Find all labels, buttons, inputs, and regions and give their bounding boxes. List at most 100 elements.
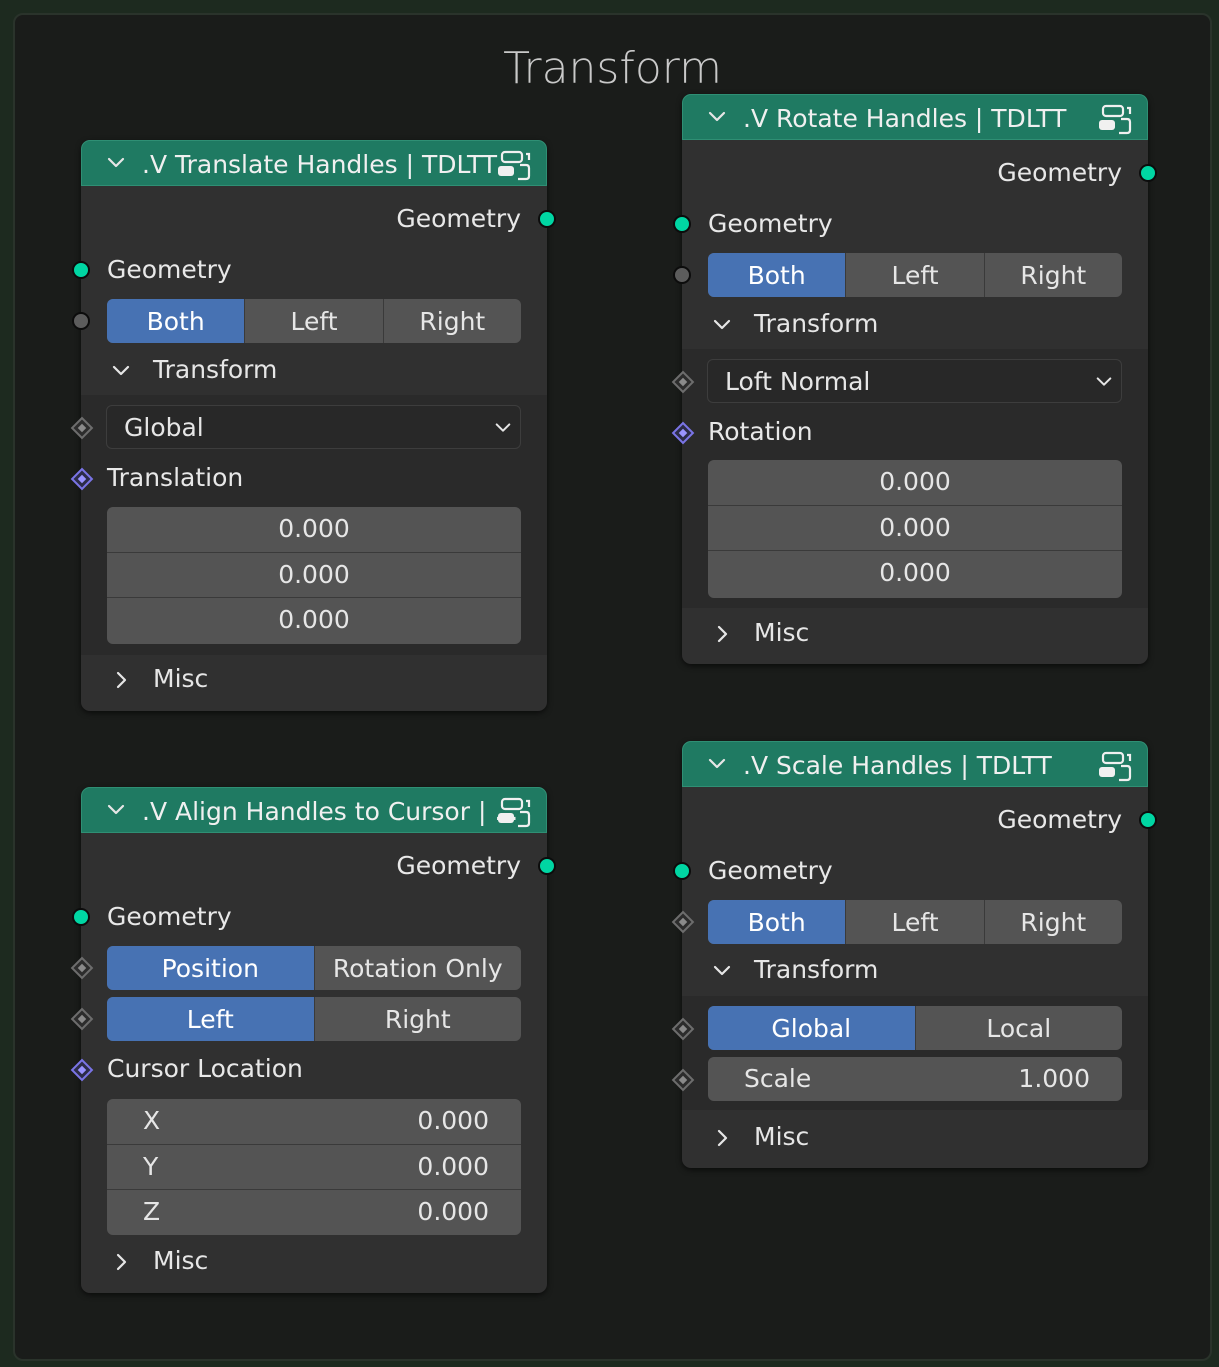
mode-left-button[interactable]: Left [845,900,983,944]
mode-right-button[interactable]: Right [983,900,1122,944]
rotation-vector[interactable]: 0.000 0.000 0.000 [708,460,1122,598]
input-geometry-label: Geometry [708,856,833,885]
mode-both-button[interactable]: Both [708,900,846,944]
node-title: .V Rotate Handles | TDLTT [743,104,1067,133]
node-group-icon[interactable] [496,149,532,181]
chevron-down-icon [1095,373,1113,391]
node-translate-handles[interactable]: .V Translate Handles | TDLTT Geometry Ge… [70,140,556,711]
translation-vector[interactable]: 0.000 0.000 0.000 [107,507,521,644]
scale-label: Scale [744,1064,812,1093]
output-geometry-socket[interactable] [538,857,556,875]
mode-selector[interactable]: Both Left Right [708,253,1122,297]
rotation-x-field[interactable]: 0.000 [708,460,1122,505]
mode-left-button[interactable]: Left [244,299,382,343]
collapse-chevron-icon[interactable] [707,754,727,774]
space-local-button[interactable]: Local [914,1006,1123,1050]
translation-y-field[interactable]: 0.000 [107,552,521,597]
mode-position-button[interactable]: Position [107,946,314,990]
transform-panel-header[interactable]: Transform [81,347,547,393]
space-dropdown[interactable]: Loft Normal [707,359,1122,403]
node-header[interactable]: .V Translate Handles | TDLTT [81,140,547,186]
mode-socket[interactable] [72,312,90,330]
node-scale-handles[interactable]: .V Scale Handles | TDLTT Geometry Geomet… [671,741,1157,1168]
output-geometry-socket[interactable] [1139,811,1157,829]
output-geometry-label: Geometry [396,851,521,880]
node-header[interactable]: .V Scale Handles | TDLTT [682,741,1148,787]
misc-panel-label: Misc [153,664,209,693]
output-geometry-socket[interactable] [538,210,556,228]
collapse-chevron-icon[interactable] [707,107,727,127]
input-geometry-label: Geometry [107,902,232,931]
cursor-location-vector[interactable]: X 0.000 Y 0.000 Z 0.000 [107,1099,521,1235]
rotation-label: Rotation [708,417,813,446]
rotation-z-field[interactable]: 0.000 [708,550,1122,595]
space-selector[interactable]: Global Local [708,1006,1122,1050]
mode-both-button[interactable]: Both [107,299,245,343]
output-geometry-label: Geometry [396,204,521,233]
chevron-right-icon [111,1252,131,1272]
node-title: .V Align Handles to Cursor | ... [142,797,519,826]
mode-socket[interactable] [673,266,691,284]
scale-field[interactable]: Scale 1.000 [708,1057,1122,1101]
misc-panel-label: Misc [754,618,810,647]
space-dropdown[interactable]: Global [106,405,521,449]
chevron-right-icon [712,1128,732,1148]
cursor-location-label: Cursor Location [107,1054,303,1083]
translation-z-field[interactable]: 0.000 [107,597,521,642]
input-geometry-socket[interactable] [673,215,691,233]
misc-panel-header[interactable]: Misc [81,1238,547,1284]
output-geometry-label: Geometry [997,158,1122,187]
collapse-chevron-icon[interactable] [106,800,126,820]
node-rotate-handles[interactable]: .V Rotate Handles | TDLTT Geometry Geome… [671,94,1157,664]
transform-panel-header[interactable]: Transform [682,301,1148,347]
mode-both-button[interactable]: Both [708,253,846,297]
mode-rotation-only-button[interactable]: Rotation Only [313,946,522,990]
node-group-icon[interactable] [496,796,532,828]
misc-panel-label: Misc [754,1122,810,1151]
misc-panel-header[interactable]: Misc [81,656,547,702]
cursor-x-field[interactable]: X 0.000 [107,1099,521,1144]
scale-value: 1.000 [1018,1064,1090,1093]
space-global-button[interactable]: Global [708,1006,915,1050]
transform-panel: Global Local Scale 1.000 [671,996,1148,1110]
input-geometry-socket[interactable] [72,908,90,926]
side-left-button[interactable]: Left [107,997,314,1041]
translation-x-field[interactable]: 0.000 [107,507,521,552]
node-align-handles-to-cursor[interactable]: .V Align Handles to Cursor | ... Geometr… [70,787,556,1293]
node-group-icon[interactable] [1097,103,1133,135]
translation-label: Translation [107,463,244,492]
transform-panel-header[interactable]: Transform [682,947,1148,993]
cursor-z-field[interactable]: Z 0.000 [107,1189,521,1234]
space-dropdown-value: Loft Normal [725,367,871,396]
input-geometry-socket[interactable] [673,862,691,880]
mode-right-button[interactable]: Right [382,299,521,343]
input-geometry-label: Geometry [107,255,232,284]
collapse-chevron-icon[interactable] [106,153,126,173]
chevron-down-icon [712,961,732,981]
mode-selector[interactable]: Both Left Right [107,299,521,343]
chevron-right-icon [111,670,131,690]
mode-right-button[interactable]: Right [983,253,1122,297]
node-header[interactable]: .V Align Handles to Cursor | ... [81,787,547,833]
node-title: .V Translate Handles | TDLTT [142,150,498,179]
mode-left-button[interactable]: Left [845,253,983,297]
input-geometry-label: Geometry [708,209,833,238]
transform-panel: Global Translation 0.000 0.000 0.000 [70,395,547,655]
side-selector[interactable]: Left Right [107,997,521,1041]
node-header[interactable]: .V Rotate Handles | TDLTT [682,94,1148,140]
rotation-y-field[interactable]: 0.000 [708,505,1122,550]
mode-selector[interactable]: Position Rotation Only [107,946,521,990]
node-group-icon[interactable] [1097,750,1133,782]
cursor-y-field[interactable]: Y 0.000 [107,1144,521,1189]
misc-panel-header[interactable]: Misc [682,1114,1148,1160]
space-dropdown-value: Global [124,413,204,442]
chevron-down-icon [712,315,732,335]
misc-panel-header[interactable]: Misc [682,610,1148,656]
chevron-down-icon [494,419,512,437]
output-geometry-socket[interactable] [1139,164,1157,182]
mode-selector[interactable]: Both Left Right [708,900,1122,944]
input-geometry-socket[interactable] [72,261,90,279]
transform-panel-label: Transform [754,309,879,338]
transform-panel-label: Transform [754,955,879,984]
side-right-button[interactable]: Right [313,997,522,1041]
